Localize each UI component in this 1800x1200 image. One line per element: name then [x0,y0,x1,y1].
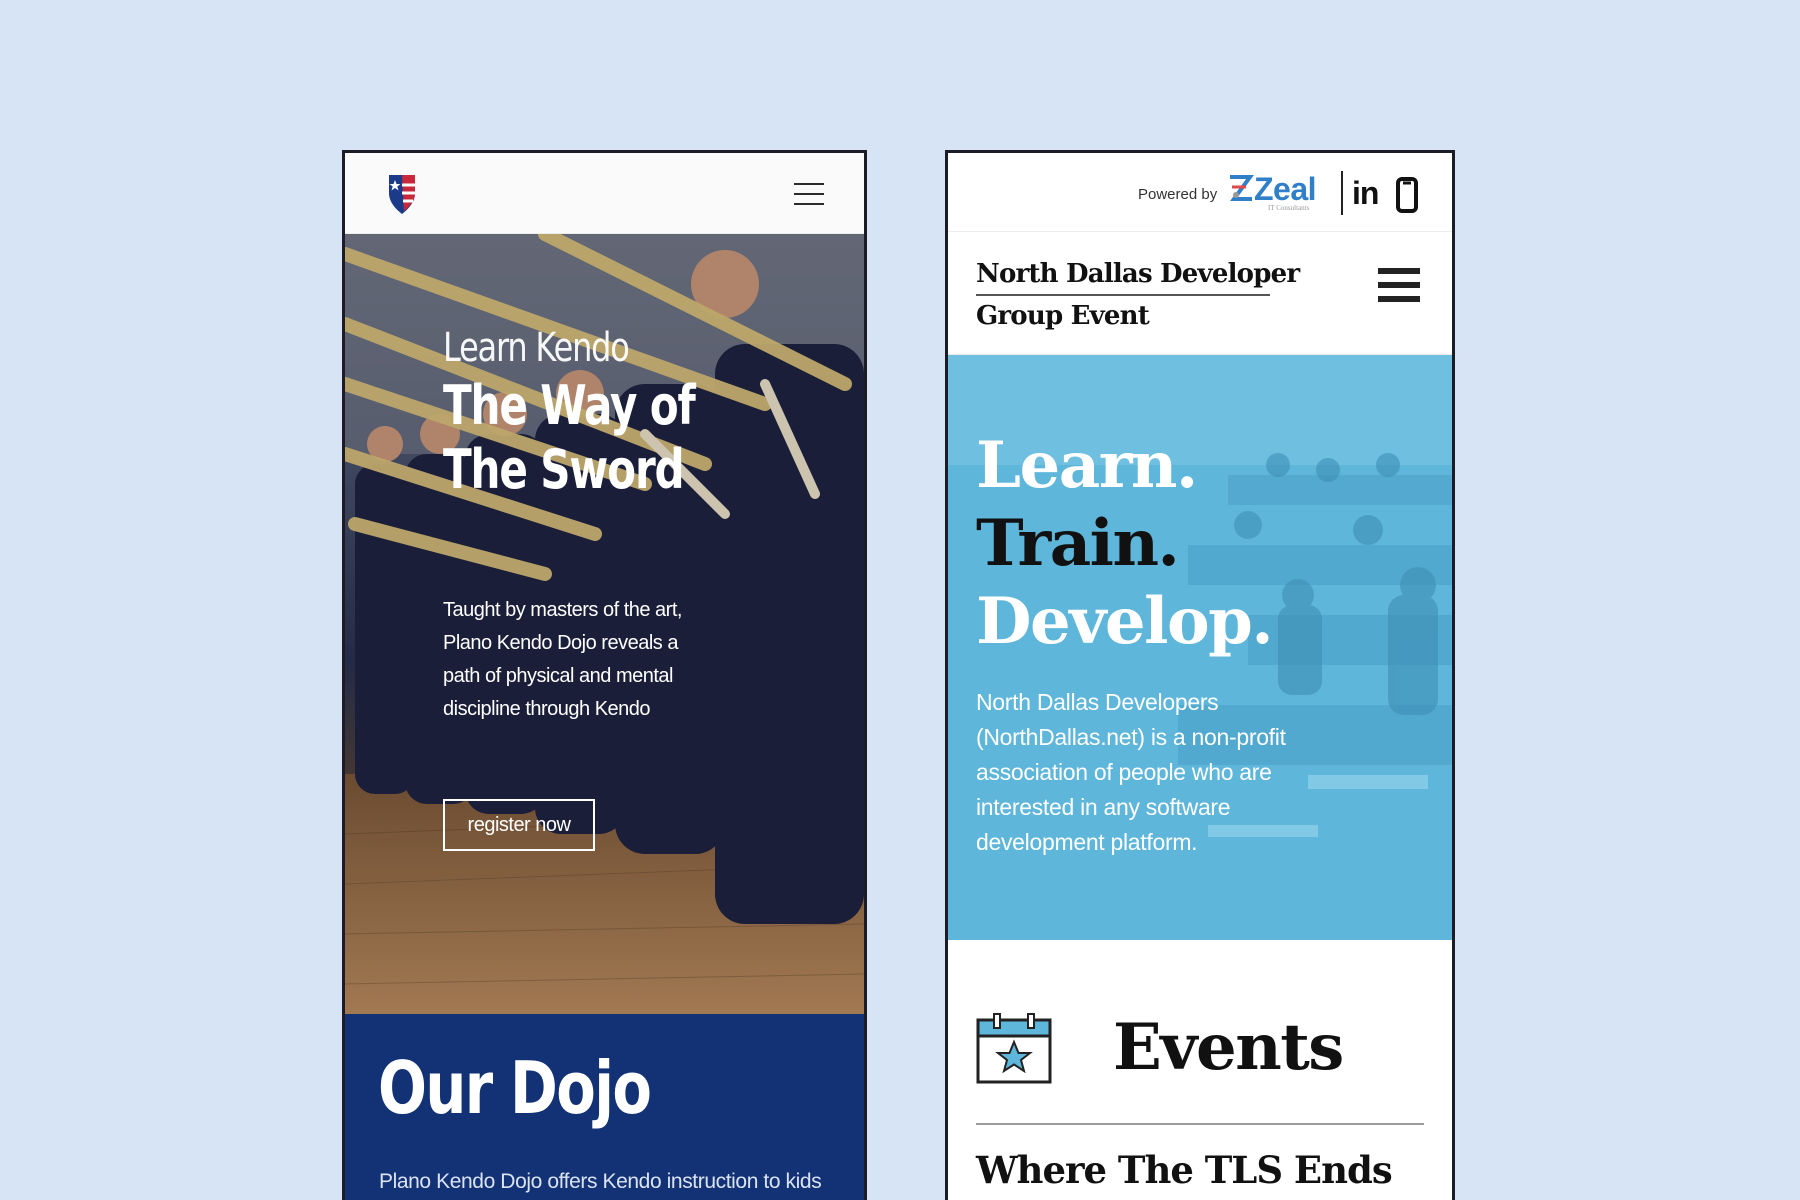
hamburger-icon[interactable] [1378,268,1420,302]
event-title[interactable]: Where The TLS Ends [976,1148,1393,1192]
sponsor-bar: Powered by Zeal IT Consultants in [948,153,1452,232]
kendo-header [345,153,864,234]
zeal-logo[interactable]: Zeal IT Consultants [1228,171,1317,212]
hero-title-line1: The Way of [443,374,696,437]
hero-word-develop: Develop. [976,584,1274,659]
linkedin-icon[interactable]: in [1352,175,1379,212]
register-now-button[interactable]: register now [443,799,595,851]
calendar-star-icon [976,1012,1052,1089]
site-title[interactable]: North Dallas Developer Group Event [976,254,1300,336]
hero-description: Taught by masters of the art, Plano Kend… [443,599,682,720]
events-divider [976,1123,1424,1125]
hero-section: Learn. Train. Develop. North Dallas Deve… [948,355,1452,940]
dojo-text: Plano Kendo Dojo offers Kendo instructio… [379,1170,822,1193]
hero-word-train: Train. [976,506,1180,581]
hero-kicker: Learn Kendo [443,325,630,371]
zeal-brand-text: Zeal [1254,171,1317,207]
hero-title-line2: The Sword [443,438,685,501]
events-heading: Events [1113,1010,1344,1085]
our-dojo-section: Our Dojo Plano Kendo Dojo offers Kendo i… [345,1014,864,1200]
hero-description: North Dallas Developers (NorthDallas.net… [976,689,1286,855]
hero-word-learn: Learn. [976,428,1198,503]
site-title-line1: North Dallas Developer [976,254,1300,296]
mobile-phone-icon[interactable] [1396,177,1418,218]
powered-by-label: Powered by [1138,186,1218,203]
events-section: Events Where The TLS Ends [948,940,1452,1200]
sponsor-divider [1341,171,1343,215]
site-header: North Dallas Developer Group Event [948,232,1452,355]
kendo-hero: Learn Kendo The Way of The Sword Taught … [345,234,864,1014]
kendo-site-mobile: Learn Kendo The Way of The Sword Taught … [342,150,867,1200]
zeal-mark-icon [1230,175,1254,201]
shield-flag-icon[interactable] [387,173,417,220]
zeal-sub-text: IT Consultants [1268,204,1310,212]
hamburger-icon[interactable] [794,183,824,205]
north-dallas-site-mobile: Powered by Zeal IT Consultants in North … [945,150,1455,1200]
dojo-heading: Our Dojo [378,1046,652,1130]
hero-headline: Learn. Train. Develop. [976,427,1274,661]
site-title-line2: Group Event [976,301,1150,331]
